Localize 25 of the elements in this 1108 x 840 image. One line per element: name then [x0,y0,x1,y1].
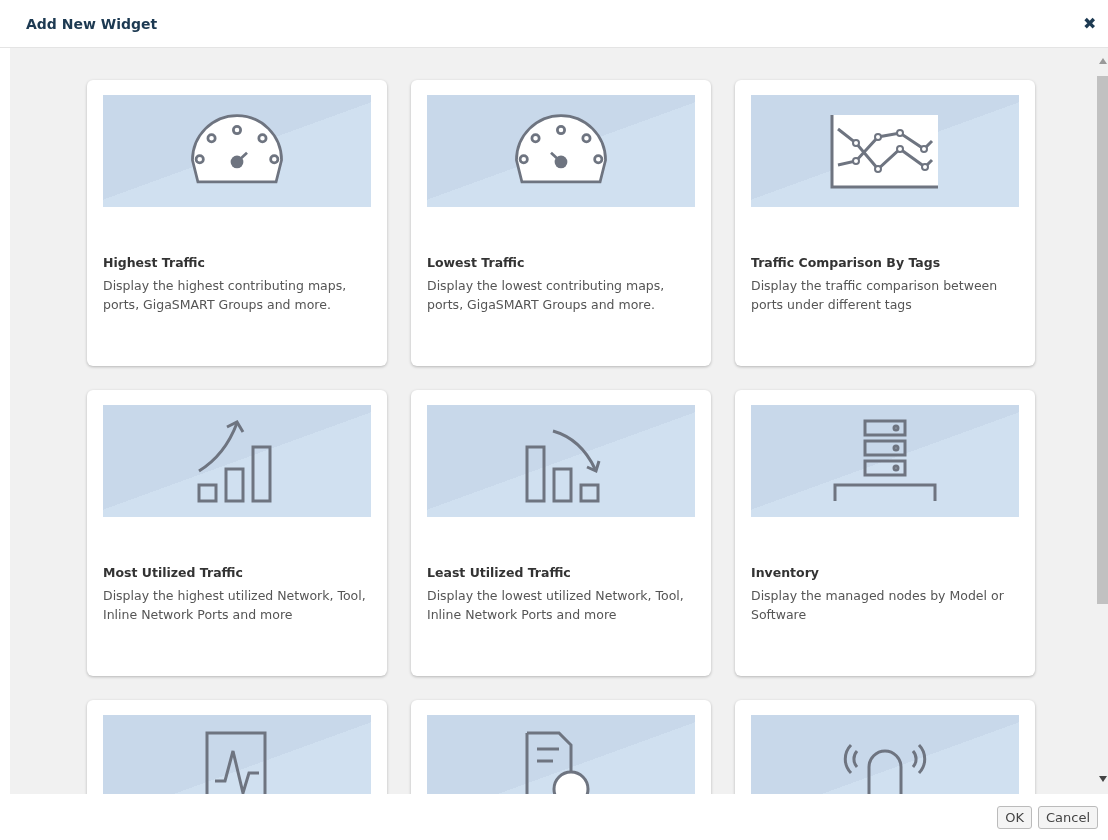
widget-card[interactable]: Traffic Comparison By Tags Display the traffic comparison between ports under different tags [735,80,1035,366]
close-button[interactable]: ✖ [1083,14,1096,33]
widget-title: Traffic Comparison By Tags [751,255,942,270]
dialog-title: Add New Widget [26,15,158,32]
dialog-button[interactable]: OK [997,805,1032,829]
widget-card[interactable]: Lowest Traffic Display the lowest contributing maps, ports, GigaSMART Groups and more. [411,80,711,366]
widget-description: Display the lowest contributing maps, ports, GigaSMART Groups and more. [427,277,666,314]
widget-description: Display the highest contributing maps, ports, GigaSMART Groups and more. [103,277,348,314]
widget-card[interactable]: Most Utilized Traffic Display the highest utilized Network, Tool, Inline Network Ports and more [87,390,387,676]
pulse-monitor-icon [205,731,269,794]
widget-description: Display the managed nodes by Model or Software [751,587,1005,624]
widget-description: Display the lowest utilized Network, Tool, Inline Network Ports and more [427,587,685,624]
line-chart-icon [830,113,940,189]
widget-description: Display the traffic comparison between ports under different tags [751,277,999,314]
widget-title: Least Utilized Traffic [427,565,572,580]
widget-card[interactable]: Least Utilized Traffic Display the lowest utilized Network, Tool, Inline Network Ports and more [411,390,711,676]
dialog-button[interactable]: Cancel [1037,805,1098,829]
widget-title: Highest Traffic [103,255,206,270]
widget-card[interactable]: Highest Traffic Display the highest contributing maps, ports, GigaSMART Groups and more. [87,80,387,366]
widget-description: Display the highest utilized Network, Tool, Inline Network Ports and more [103,587,367,624]
widget-title: Most Utilized Traffic [103,565,244,580]
widget-title: Inventory [751,565,820,580]
server-stack-icon [833,419,937,503]
widget-card[interactable]: Inventory Display the managed nodes by Model or Software [735,390,1035,676]
widget-title: Lowest Traffic [427,255,526,270]
